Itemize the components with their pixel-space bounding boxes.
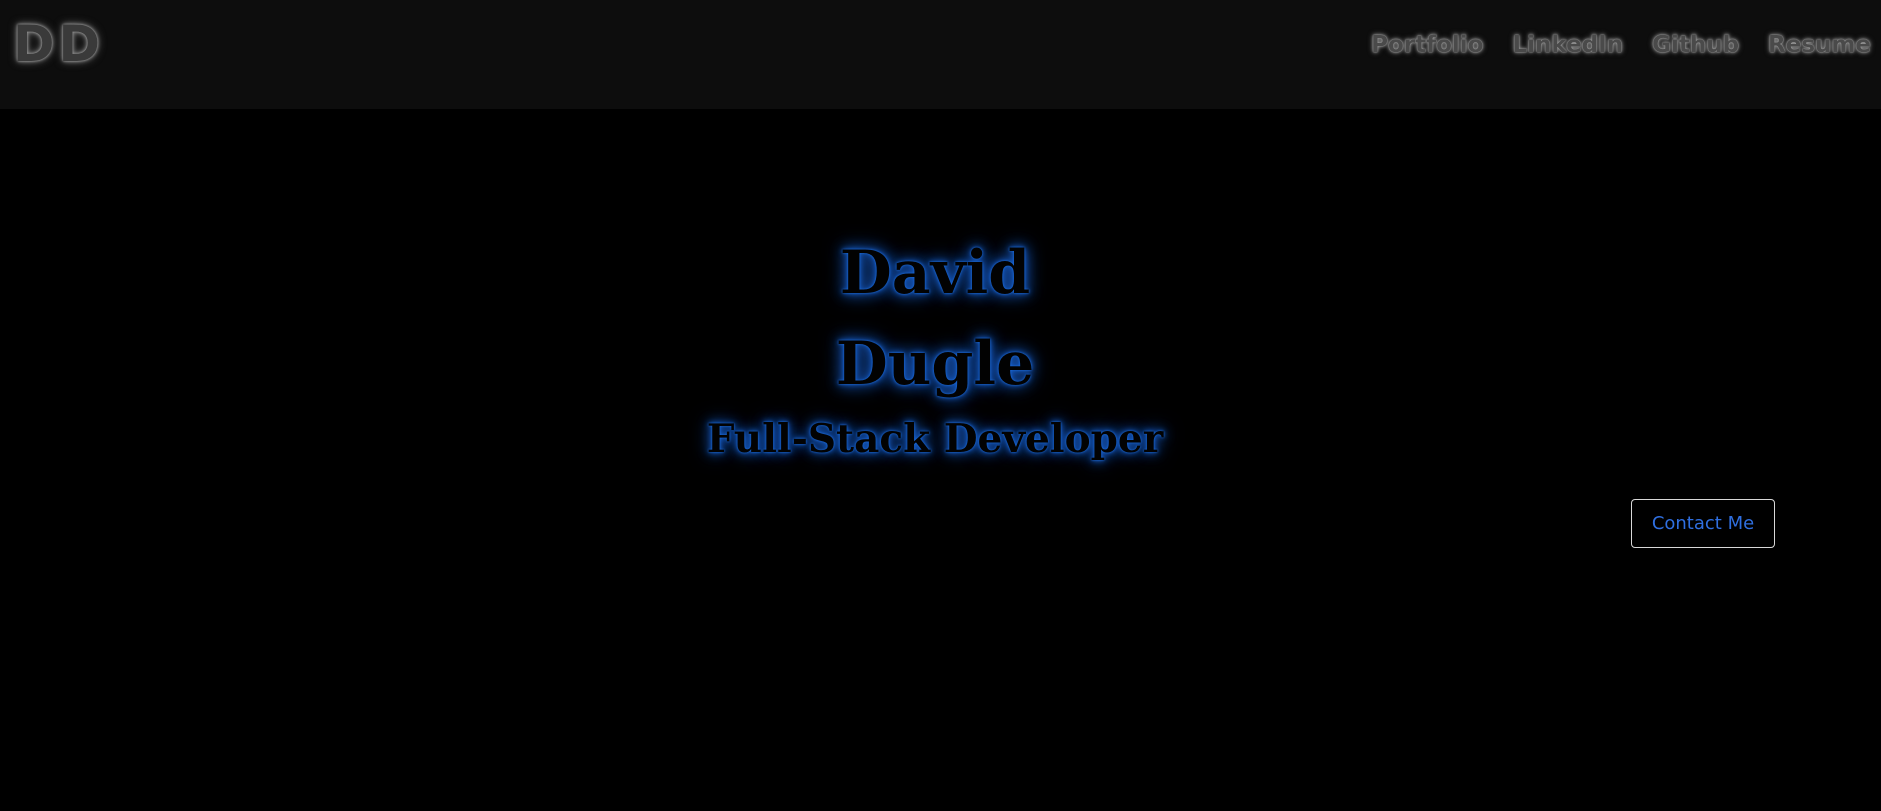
main-nav: Portfolio LinkedIn Github Resume <box>1371 30 1871 60</box>
contact-me-button[interactable]: Contact Me <box>1631 499 1775 548</box>
header-bar: DD Portfolio LinkedIn Github Resume <box>0 0 1881 109</box>
nav-link-linkedin[interactable]: LinkedIn <box>1512 30 1623 60</box>
hero-subtitle: Full-Stack Developer <box>706 416 1164 462</box>
hero-first-name: David <box>839 238 1031 308</box>
site-logo[interactable]: DD <box>13 14 104 74</box>
nav-link-resume[interactable]: Resume <box>1768 30 1871 60</box>
nav-link-github[interactable]: Github <box>1652 30 1739 60</box>
hero-last-name: Dugle <box>835 329 1035 399</box>
nav-link-portfolio[interactable]: Portfolio <box>1371 30 1483 60</box>
